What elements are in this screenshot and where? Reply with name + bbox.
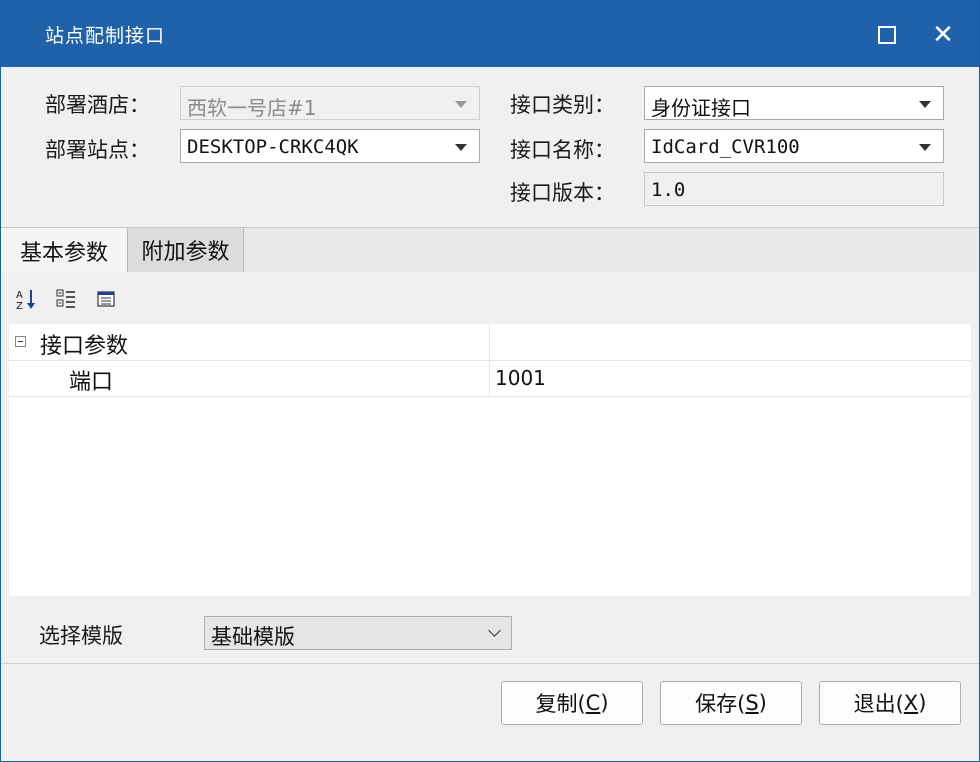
dropdown-arrow-icon	[919, 101, 931, 108]
template-select[interactable]: 基础模版	[204, 616, 512, 650]
close-icon: ✕	[932, 20, 954, 50]
property-pages-icon[interactable]	[95, 288, 117, 310]
dropdown-arrow-icon	[455, 144, 467, 151]
iface-name-select-value: IdCard_CVR100	[651, 136, 800, 158]
iface-type-select[interactable]: 身份证接口	[644, 86, 944, 120]
hotel-select-value: 西软一号店#1	[187, 96, 317, 120]
copy-button-accesskey: C	[585, 691, 601, 715]
maximize-icon	[878, 26, 896, 44]
exit-button-paren: )	[918, 691, 927, 715]
grid-category-label: 接口参数	[40, 334, 129, 359]
exit-button-accesskey: X	[903, 691, 919, 715]
categorized-icon[interactable]	[55, 288, 77, 310]
iface-version-field: 1.0	[644, 172, 944, 206]
tab-basic-params-label: 基本参数	[19, 240, 108, 266]
template-label: 选择模版	[39, 624, 123, 648]
exit-button-label: 退出(	[853, 692, 904, 716]
save-button-accesskey: S	[745, 691, 759, 715]
grid-property-row[interactable]: 端口 1001	[9, 360, 971, 397]
station-label: 部署站点：	[45, 138, 150, 162]
save-button[interactable]: 保存(S)	[660, 681, 802, 725]
copy-button-paren: )	[600, 691, 609, 715]
dialog-window: 站点配制接口 ✕ 部署酒店： 西软一号店#1 部署站点： DESKTOP-CRK…	[0, 0, 980, 762]
title-bar[interactable]: 站点配制接口 ✕	[1, 1, 979, 67]
sort-alphabetical-icon[interactable]: A Z	[15, 288, 37, 310]
iface-name-label: 接口名称：	[510, 138, 615, 162]
property-value[interactable]: 1001	[495, 366, 546, 390]
tab-extra-params-label: 附加参数	[141, 240, 230, 265]
station-select[interactable]: DESKTOP-CRKC4QK	[180, 129, 480, 163]
window-title: 站点配制接口	[45, 25, 166, 47]
property-grid: 接口参数 端口 1001	[9, 324, 971, 596]
hotel-select: 西软一号店#1	[180, 86, 480, 120]
copy-button-label: 复制(	[535, 692, 586, 716]
iface-version-label: 接口版本：	[510, 181, 615, 205]
tab-extra-params[interactable]: 附加参数	[128, 228, 244, 272]
iface-type-select-value: 身份证接口	[651, 96, 751, 120]
iface-name-select[interactable]: IdCard_CVR100	[644, 129, 944, 163]
grid-category-row[interactable]: 接口参数	[9, 324, 971, 361]
station-select-value: DESKTOP-CRKC4QK	[187, 136, 359, 158]
hotel-label: 部署酒店：	[45, 93, 150, 117]
tab-basic-params[interactable]: 基本参数	[1, 228, 128, 273]
svg-text:A: A	[16, 290, 23, 301]
iface-type-label: 接口类别：	[510, 93, 615, 117]
copy-button[interactable]: 复制(C)	[501, 681, 643, 725]
save-button-paren: )	[758, 691, 767, 715]
dropdown-arrow-icon	[455, 101, 467, 108]
chevron-down-icon	[488, 624, 501, 637]
property-name: 端口	[69, 370, 114, 395]
svg-text:Z: Z	[16, 301, 23, 310]
save-button-label: 保存(	[695, 692, 746, 716]
exit-button[interactable]: 退出(X)	[819, 681, 961, 725]
tab-strip: 基本参数 附加参数	[1, 227, 979, 273]
close-button[interactable]: ✕	[923, 15, 963, 55]
footer-separator	[1, 663, 979, 664]
collapse-icon[interactable]	[15, 336, 26, 347]
property-panel: A Z 接口参数 端口 1001 选择模版 基础模版	[1, 272, 979, 662]
dropdown-arrow-icon	[919, 144, 931, 151]
iface-version-value: 1.0	[651, 179, 686, 201]
maximize-button[interactable]	[867, 15, 907, 55]
template-select-value: 基础模版	[211, 625, 295, 649]
